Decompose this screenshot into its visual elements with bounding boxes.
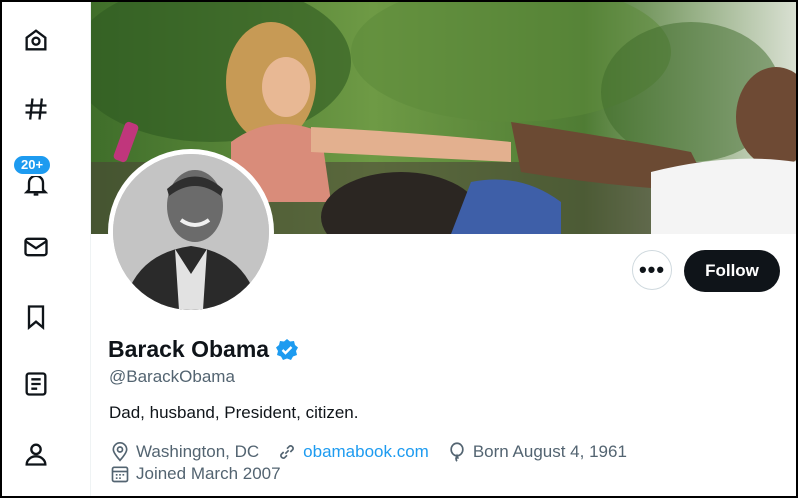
location-item: Washington, DC [110, 442, 259, 462]
link-icon [280, 445, 295, 459]
profile-name-row: Barack Obama [108, 336, 299, 363]
profile-avatar[interactable] [108, 149, 274, 315]
joined-item: Joined March 2007 [110, 464, 281, 484]
nav-bookmarks[interactable] [16, 297, 56, 337]
location-text: Washington, DC [136, 442, 260, 461]
website-link[interactable]: obamabook.com [303, 442, 429, 462]
list-icon [25, 372, 47, 396]
profile-bio: Dad, husband, President, citizen. [109, 403, 359, 422]
joined-text: Joined March 2007 [136, 464, 281, 483]
nav-lists[interactable] [16, 364, 56, 404]
verified-badge-icon [276, 338, 299, 360]
profile-name: Barack Obama [108, 336, 270, 362]
hashtag-icon [25, 98, 47, 120]
notifications-badge: 20+ [12, 154, 53, 176]
website-item[interactable]: obamabook.com [277, 442, 429, 462]
follow-button[interactable]: Follow [684, 250, 780, 292]
more-options-button[interactable]: ••• [632, 250, 672, 290]
nav-home[interactable] [16, 20, 56, 60]
calendar-icon [111, 466, 129, 483]
nav-profile[interactable] [16, 434, 56, 474]
avatar-photo [113, 154, 269, 310]
person-icon [25, 443, 47, 466]
home-icon [25, 29, 47, 51]
profile-meta-row: Washington, DC obamabook.com Born August… [110, 442, 645, 462]
profile-joined-row: Joined March 2007 [110, 464, 299, 484]
location-pin-icon [112, 442, 128, 462]
bookmark-icon [27, 305, 45, 330]
mail-icon [24, 237, 48, 257]
nav-messages[interactable] [16, 227, 56, 267]
profile-page: 20+ ••• Follow Barack Obama @BarackObama… [2, 2, 796, 496]
nav-explore[interactable] [16, 89, 56, 129]
profile-handle: @BarackObama [109, 367, 235, 386]
balloon-icon [450, 442, 464, 462]
sidebar: 20+ [2, 2, 91, 496]
birthday-item: Born August 4, 1961 [447, 442, 627, 462]
birthday-text: Born August 4, 1961 [472, 442, 627, 461]
